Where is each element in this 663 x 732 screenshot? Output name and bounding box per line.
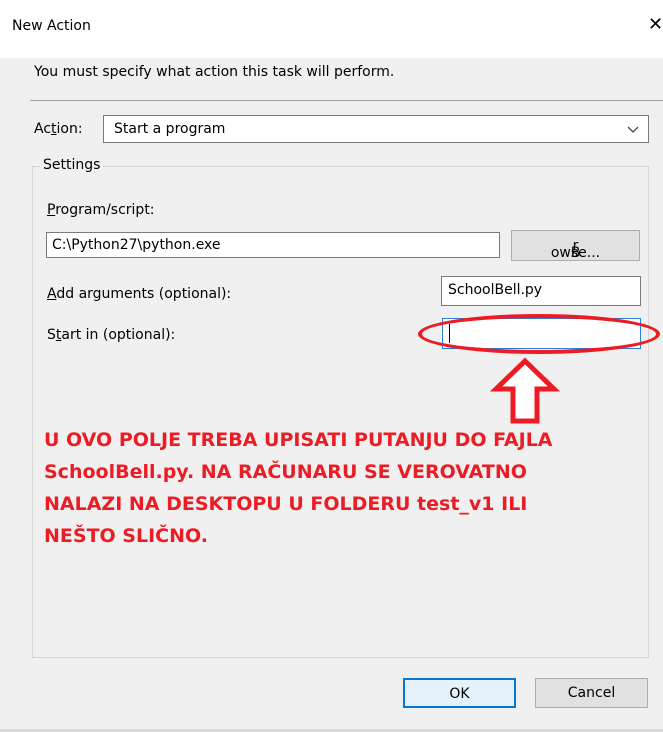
arguments-input-value: SchoolBell.py <box>448 282 543 298</box>
separator <box>30 100 663 101</box>
window-title: New Action <box>12 18 91 34</box>
highlight-ellipse <box>418 314 660 354</box>
annotation-line: NALAZI NA DESKTOPU U FOLDERU test_v1 ILI <box>44 493 528 515</box>
browse-button[interactable]: Br owse... <box>511 230 640 261</box>
action-dropdown-value: Start a program <box>114 121 226 137</box>
arguments-label: Add arguments (optional): <box>47 286 232 302</box>
annotation-line: SchoolBell.py. NA RAČUNARU SE VEROVATNO <box>44 461 527 483</box>
action-label: Action: <box>34 121 83 137</box>
up-arrow-icon <box>490 357 560 424</box>
program-input-value: C:\Python27\python.exe <box>52 237 221 253</box>
start-in-label: Start in (optional): <box>47 327 176 343</box>
annotation-line: U OVO POLJE TREBA UPISATI PUTANJU DO FAJ… <box>44 429 553 451</box>
program-input[interactable]: C:\Python27\python.exe <box>46 232 500 258</box>
annotation-note: U OVO POLJE TREBA UPISATI PUTANJU DO FAJ… <box>44 424 644 552</box>
close-icon[interactable]: ✕ <box>648 14 663 35</box>
instruction-text: You must specify what action this task w… <box>34 64 395 80</box>
title-bar <box>0 0 663 58</box>
settings-title: Settings <box>40 157 104 173</box>
arguments-input[interactable]: SchoolBell.py <box>441 276 641 306</box>
action-dropdown[interactable]: Start a program <box>103 115 649 143</box>
annotation-line: NEŠTO SLIČNO. <box>44 525 208 547</box>
cancel-button[interactable]: Cancel <box>535 678 648 708</box>
program-label: Program/script: <box>47 202 155 218</box>
ok-button[interactable]: OK <box>403 678 516 708</box>
chevron-down-icon <box>626 119 640 143</box>
